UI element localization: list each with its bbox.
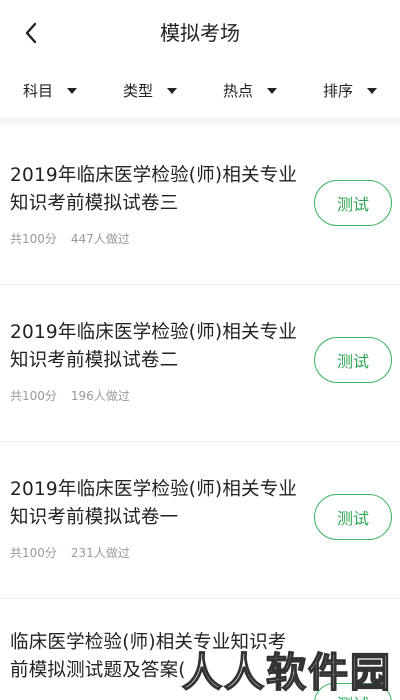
exam-participants: 231人做过 (70, 546, 130, 560)
caret-down-icon (67, 87, 77, 94)
caret-down-icon (367, 87, 377, 94)
watermark-logo: 人人软件园 (181, 649, 392, 697)
exam-score: 共100分 (10, 546, 57, 560)
exam-participants: 196人做过 (70, 389, 130, 403)
exam-meta: 共100分 447人做过 (10, 230, 130, 247)
caret-down-icon (267, 87, 277, 94)
filter-label: 排序 (322, 81, 353, 100)
filter-subject[interactable]: 科目 (0, 68, 100, 112)
filter-label: 科目 (22, 81, 53, 100)
filter-bar: 科目 类型 热点 排序 (0, 68, 400, 112)
exam-score: 共100分 (10, 389, 57, 403)
exam-meta: 共100分 196人做过 (10, 387, 130, 404)
page-title: 模拟考场 (160, 21, 240, 45)
exam-title: 2019年临床医学检验(师)相关专业知识考前模拟试卷二 (10, 322, 298, 371)
test-button[interactable]: 测试 (314, 337, 392, 383)
filter-sort[interactable]: 排序 (300, 68, 400, 112)
filter-label: 热点 (222, 81, 253, 100)
exam-list: 2019年临床医学检验(师)相关专业知识考前模拟试卷三 共100分 447人做过… (0, 128, 400, 700)
exam-meta: 共100分 231人做过 (10, 544, 130, 561)
filter-type[interactable]: 类型 (100, 68, 200, 112)
exam-score: 共100分 (10, 232, 57, 246)
test-button[interactable]: 测试 (314, 180, 392, 226)
app-header: 模拟考场 (0, 0, 400, 64)
exam-title: 2019年临床医学检验(师)相关专业知识考前模拟试卷一 (10, 479, 298, 528)
filter-hot[interactable]: 热点 (200, 68, 300, 112)
caret-down-icon (167, 87, 177, 94)
filter-label: 类型 (122, 81, 153, 100)
exam-item[interactable]: 2019年临床医学检验(师)相关专业知识考前模拟试卷一 共100分 231人做过… (0, 442, 400, 599)
exam-participants: 447人做过 (70, 232, 130, 246)
exam-item[interactable]: 2019年临床医学检验(师)相关专业知识考前模拟试卷三 共100分 447人做过… (0, 128, 400, 285)
test-button[interactable]: 测试 (314, 494, 392, 540)
exam-title: 2019年临床医学检验(师)相关专业知识考前模拟试卷三 (10, 165, 298, 214)
exam-item[interactable]: 2019年临床医学检验(师)相关专业知识考前模拟试卷二 共100分 196人做过… (0, 285, 400, 442)
divider-shadow (0, 118, 400, 128)
